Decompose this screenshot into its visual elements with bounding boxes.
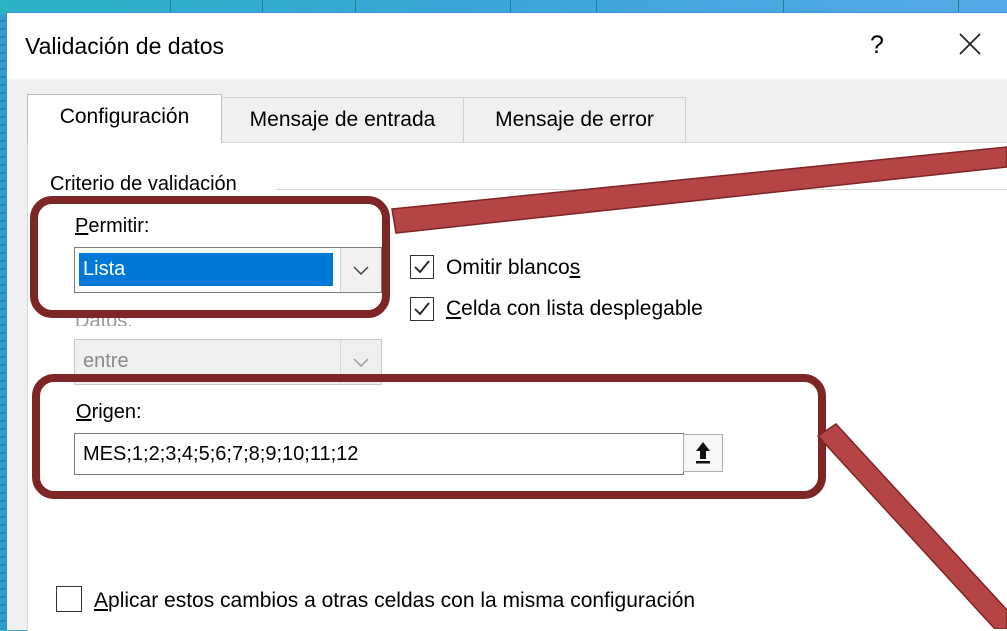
- in-cell-dropdown-accesskey: C: [446, 297, 462, 320]
- in-cell-dropdown-label[interactable]: Celda con lista desplegable: [446, 297, 703, 321]
- apply-all-label[interactable]: Aplicar estos cambios a otras celdas con…: [94, 589, 695, 613]
- dialog-title: Validación de datos: [25, 33, 225, 59]
- highlight-box-source: [32, 374, 826, 499]
- apply-all-accesskey: A: [94, 589, 109, 612]
- column-divider: [958, 0, 959, 12]
- column-divider: [170, 0, 171, 12]
- ignore-blank-text: Omitir blanco: [446, 256, 570, 279]
- column-divider: [355, 0, 356, 12]
- title-bar: Validación de datos ?: [7, 13, 1007, 79]
- ignore-blank-label[interactable]: Omitir blancos: [446, 256, 580, 280]
- group-divider: [276, 189, 1007, 190]
- column-divider: [262, 0, 263, 12]
- close-icon: [959, 33, 981, 55]
- tab-mensaje-entrada[interactable]: Mensaje de entrada: [219, 97, 466, 142]
- ignore-blank-accesskey: s: [569, 256, 581, 279]
- group-label-criteria: Criterio de validación: [50, 173, 237, 195]
- apply-all-text: plicar estos cambios a otras celdas con …: [108, 589, 696, 612]
- ignore-blank-checkbox[interactable]: [410, 255, 434, 279]
- column-divider: [596, 0, 597, 12]
- tab-configuracion[interactable]: Configuración: [27, 94, 222, 143]
- apply-all-checkbox[interactable]: [56, 586, 82, 612]
- in-cell-dropdown-text: elda con lista desplegable: [461, 297, 703, 320]
- data-validation-dialog: Validación de datos ? Configuración Mens…: [6, 12, 1007, 631]
- in-cell-dropdown-checkbox[interactable]: [410, 297, 434, 321]
- help-button[interactable]: ?: [865, 31, 889, 60]
- column-divider: [510, 0, 511, 12]
- close-button[interactable]: [953, 25, 989, 61]
- checkmark-icon: [414, 260, 430, 274]
- checkmark-icon: [414, 302, 430, 316]
- highlight-box-allow: [30, 196, 390, 318]
- tab-mensaje-error[interactable]: Mensaje de error: [463, 97, 686, 142]
- column-divider: [783, 0, 784, 12]
